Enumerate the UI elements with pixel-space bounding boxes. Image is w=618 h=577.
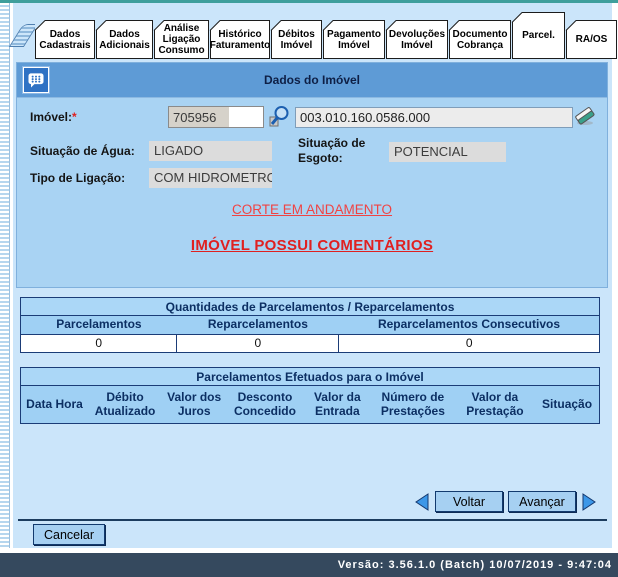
column-header-numero-de-prestacoes: Número de Prestações [371, 386, 455, 424]
column-header-valor-da-prestacao: Valor da Prestação [455, 386, 535, 424]
arrow-right-icon[interactable] [581, 492, 598, 512]
column-header-reparcelamentos: Reparcelamentos [177, 316, 339, 335]
quantidades-table: Quantidades de Parcelamentos / Reparcela… [20, 297, 600, 353]
tipo-ligacao-label: Tipo de Ligação: [30, 171, 125, 185]
tab-documento-cobranca[interactable]: Documento Cobrança [449, 20, 511, 59]
parcelamentos-count: 0 [21, 334, 177, 352]
imovel-possui-comentarios-link[interactable]: IMÓVEL POSSUI COMENTÁRIOS [17, 237, 607, 254]
column-header-parcelamentos: Parcelamentos [21, 316, 177, 335]
column-header-desconto-concedido: Desconto Concedido [226, 386, 303, 424]
version-text: Versão: 3.56.1.0 (Batch) 10/07/2019 - 9:… [338, 559, 612, 571]
arrow-left-icon[interactable] [413, 492, 430, 512]
tab-devolucoes-imovel[interactable]: Devoluções Imóvel [386, 20, 448, 59]
quantidades-table-title: Quantidades de Parcelamentos / Reparcela… [21, 298, 600, 316]
magnifier-icon[interactable] [267, 105, 291, 129]
panel-header: Dados do Imóvel [17, 63, 607, 98]
dados-imovel-panel: Dados do Imóvel Imóvel:* [16, 62, 608, 288]
imovel-input[interactable] [168, 106, 264, 128]
situacao-agua-label: Situação de Água: [30, 144, 135, 158]
tab-dados-cadastrais[interactable]: Dados Cadastrais [35, 20, 95, 59]
tipo-ligacao-value: COM HIDROMETRO [149, 168, 272, 188]
situacao-esgoto-label: Situação de Esgoto: [298, 136, 378, 166]
eraser-icon[interactable] [573, 104, 597, 128]
application-window: Dados Cadastrais Dados Adicionais Anális… [0, 0, 618, 577]
column-header-data-hora: Data Hora [21, 386, 89, 424]
footer-divider-line [18, 519, 607, 521]
imovel-label: Imóvel:* [30, 110, 77, 124]
tab-strip: Dados Cadastrais Dados Adicionais Anális… [16, 8, 618, 59]
tab-strip-left-cap [9, 24, 38, 47]
column-header-situacao: Situação [535, 386, 599, 424]
cancelar-button[interactable]: Cancelar [33, 524, 105, 545]
reparcelamentos-count: 0 [177, 334, 339, 352]
tab-analise-ligacao-consumo[interactable]: Análise Ligação Consumo [154, 20, 209, 59]
situacao-agua-value: LIGADO [149, 141, 272, 161]
quantidades-values-row: 0 0 0 [21, 334, 600, 352]
voltar-button[interactable]: Voltar [435, 491, 503, 512]
wizard-navigation: Voltar Avançar [413, 491, 598, 512]
reparcelamentos-consecutivos-count: 0 [339, 334, 600, 352]
inscricao-field [295, 107, 573, 128]
tab-dados-adicionais[interactable]: Dados Adicionais [96, 20, 153, 59]
tab-historico-faturamento[interactable]: Histórico Faturamento [210, 20, 270, 59]
tab-debitos-imovel[interactable]: Débitos Imóvel [271, 20, 322, 59]
parcelamentos-table: Parcelamentos Efetuados para o Imóvel Da… [20, 367, 600, 424]
avancar-button[interactable]: Avançar [508, 491, 576, 512]
panel-body: Imóvel:* [17, 98, 607, 287]
panel-title: Dados do Imóvel [17, 63, 607, 97]
version-footer-bar: Versão: 3.56.1.0 (Batch) 10/07/2019 - 9:… [0, 553, 618, 577]
situacao-esgoto-value: POTENCIAL [389, 142, 506, 162]
column-header-debito-atualizado: Débito Atualizado [88, 386, 162, 424]
tab-pagamento-imovel[interactable]: Pagamento Imóvel [323, 20, 385, 59]
content-area: Dados Cadastrais Dados Adicionais Anális… [13, 3, 612, 548]
column-header-valor-da-entrada: Valor da Entrada [304, 386, 372, 424]
left-striped-rail [0, 3, 10, 548]
corte-em-andamento-link[interactable]: CORTE EM ANDAMENTO [17, 202, 607, 217]
column-header-valor-dos-juros: Valor dos Juros [162, 386, 226, 424]
parcelamentos-table-title: Parcelamentos Efetuados para o Imóvel [21, 368, 600, 386]
required-marker: * [72, 110, 77, 124]
tab-ra-os[interactable]: RA/OS [566, 20, 617, 59]
tab-parcel-active[interactable]: Parcel. [512, 12, 565, 59]
column-header-reparcelamentos-consecutivos: Reparcelamentos Consecutivos [339, 316, 600, 335]
